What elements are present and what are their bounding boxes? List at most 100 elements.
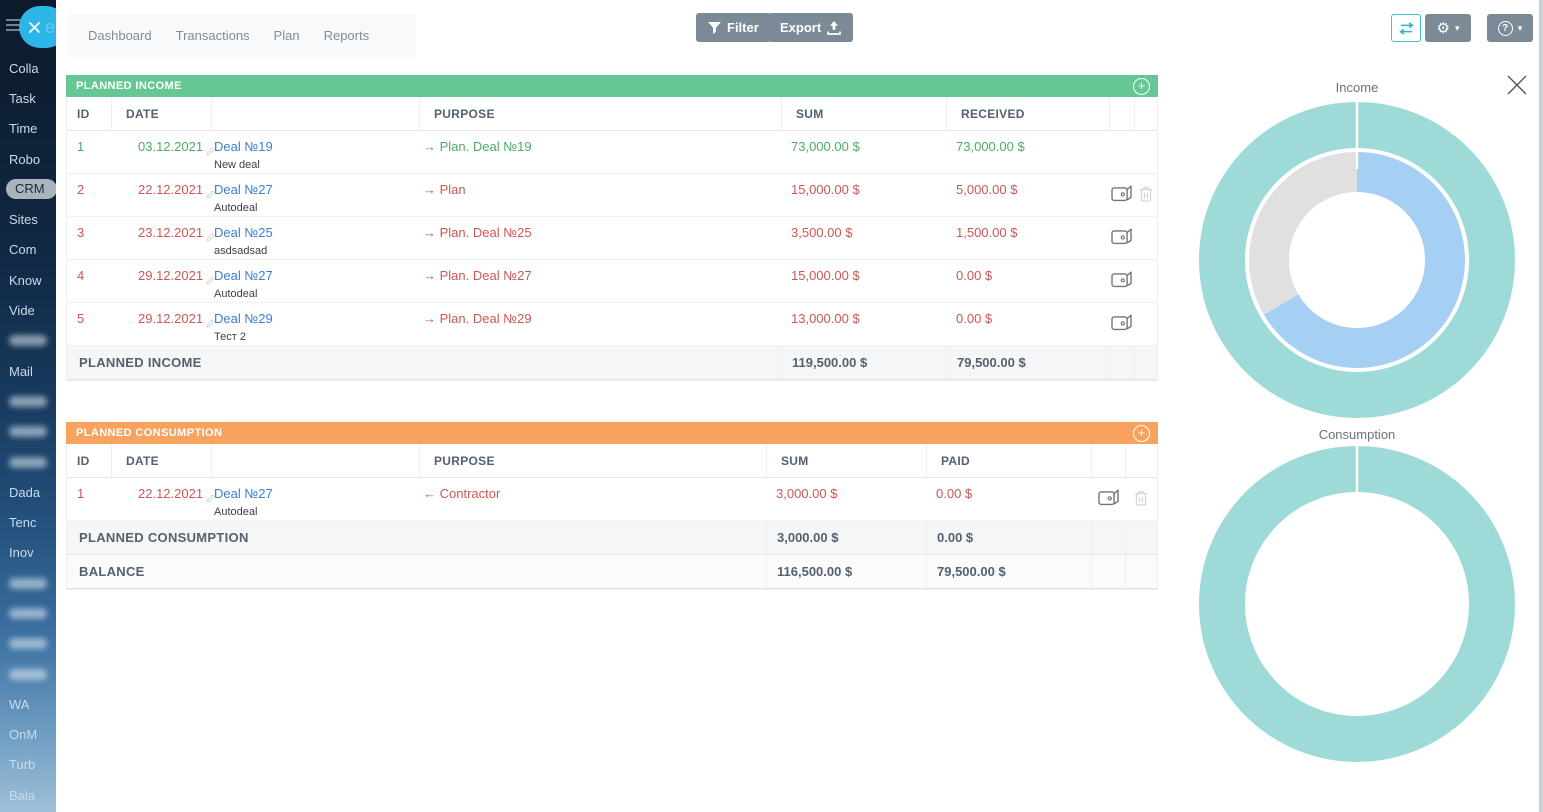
- delete-button[interactable]: [1137, 184, 1155, 207]
- col-deal: [211, 444, 419, 477]
- deal-link[interactable]: Deal №25: [214, 225, 273, 240]
- sidebar-item-hidden[interactable]: [0, 447, 56, 477]
- tab-reports[interactable]: Reports: [324, 28, 370, 43]
- tab-transactions[interactable]: Transactions: [176, 28, 250, 43]
- deal-link[interactable]: Deal №27: [214, 182, 273, 197]
- consumption-total-sum: 3,000.00 $: [766, 521, 926, 554]
- sidebar-item-com[interactable]: Com: [0, 235, 56, 265]
- edit-pencil-icon[interactable]: [206, 494, 215, 503]
- chevron-down-icon: ▾: [1518, 23, 1523, 34]
- main-panel: Dashboard Transactions Plan Reports Filt…: [56, 0, 1543, 812]
- sidebar-item-hidden[interactable]: [0, 659, 56, 689]
- sidebar-item-mail[interactable]: Mail: [0, 356, 56, 386]
- balance-row: BALANCE 116,500.00 $ 79,500.00 $: [67, 555, 1157, 589]
- edit-pencil-icon[interactable]: [206, 147, 215, 156]
- row-deal: Deal №27Autodeal: [211, 260, 419, 302]
- row-second-sum: 1,500.00 $: [946, 217, 1109, 259]
- sidebar-item-label: Vide: [9, 303, 35, 318]
- row-sum: 3,000.00 $: [766, 478, 926, 520]
- sidebar-item-task[interactable]: Task: [0, 83, 56, 113]
- row-id: 1: [67, 131, 111, 173]
- sidebar-item-robo[interactable]: Robo: [0, 144, 56, 174]
- row-id: 1: [67, 478, 111, 520]
- deal-link[interactable]: Deal №27: [214, 268, 273, 283]
- help-button[interactable]: ? ▾: [1487, 14, 1533, 42]
- tab-plan[interactable]: Plan: [274, 28, 300, 43]
- wallet-pay-button[interactable]: [1108, 182, 1135, 208]
- sidebar-item-hidden[interactable]: [0, 629, 56, 659]
- col-sum: SUM: [766, 444, 926, 477]
- sidebar-item-hidden[interactable]: [0, 417, 56, 447]
- add-income-button[interactable]: +: [1133, 78, 1150, 95]
- row-date: 03.12.2021: [111, 131, 211, 173]
- row-id: 2: [67, 174, 111, 216]
- sidebar-item-label: OnM: [9, 727, 37, 742]
- income-total-row: PLANNED INCOME 119,500.00 $ 79,500.00 $: [67, 346, 1157, 380]
- sidebar-item-label: Bala: [9, 788, 35, 803]
- blurred-label: [9, 335, 47, 346]
- edit-pencil-icon[interactable]: [206, 276, 215, 285]
- col-id: ID: [67, 444, 111, 477]
- sidebar-item-vide[interactable]: Vide: [0, 295, 56, 325]
- upload-icon: [827, 21, 841, 35]
- settings-button[interactable]: ⚙ ▾: [1425, 14, 1471, 42]
- wallet-pay-button[interactable]: [1095, 486, 1122, 512]
- wallet-pay-button[interactable]: [1108, 311, 1135, 337]
- row-sum: 15,000.00 $: [781, 260, 946, 302]
- consumption-column-headers: ID DATE PURPOSE SUM PAID: [67, 444, 1157, 478]
- sidebar-item-hidden[interactable]: [0, 598, 56, 628]
- sidebar-item-tenc[interactable]: Tenc: [0, 507, 56, 537]
- col-actions: [1091, 444, 1125, 477]
- table-row: 323.12.2021Deal №25asdsadsad→ Plan. Deal…: [67, 217, 1157, 260]
- sidebar-item-turb[interactable]: Turb: [0, 750, 56, 780]
- balance-sum: 116,500.00 $: [766, 555, 926, 588]
- sidebar-item-hidden[interactable]: [0, 386, 56, 416]
- row-second-sum: 0.00 $: [926, 478, 1091, 520]
- tab-dashboard[interactable]: Dashboard: [88, 28, 152, 43]
- view-tabs: Dashboard Transactions Plan Reports: [68, 14, 416, 57]
- edit-pencil-icon[interactable]: [206, 319, 215, 328]
- swap-accounts-button[interactable]: [1391, 14, 1421, 42]
- sidebar-item-dada[interactable]: Dada: [0, 477, 56, 507]
- col-actions: [1134, 97, 1157, 130]
- clipped-label-fragment: e: [45, 17, 55, 38]
- wallet-pay-button[interactable]: [1108, 225, 1135, 251]
- row-purpose: → Plan. Deal №29: [419, 303, 781, 345]
- deal-subtitle: Тест 2: [214, 329, 419, 345]
- planned-income-section: PLANNED INCOME + ID DATE PURPOSE SUM REC…: [66, 75, 1158, 381]
- row-id: 4: [67, 260, 111, 302]
- sidebar-item-crm[interactable]: CRM: [0, 174, 56, 204]
- col-actions: [1125, 444, 1157, 477]
- sidebar-item-time[interactable]: Time: [0, 114, 56, 144]
- sidebar-item-bala[interactable]: Bala: [0, 780, 56, 810]
- deal-link[interactable]: Deal №29: [214, 311, 273, 326]
- consumption-donut-chart: [1197, 444, 1517, 764]
- edit-pencil-icon[interactable]: [206, 233, 215, 242]
- sidebar-item-onm[interactable]: OnM: [0, 720, 56, 750]
- deal-subtitle: Autodeal: [214, 200, 419, 216]
- row-deal: Deal №25asdsadsad: [211, 217, 419, 259]
- edit-pencil-icon[interactable]: [206, 190, 215, 199]
- sidebar-item-know[interactable]: Know: [0, 265, 56, 295]
- sidebar-item-colla[interactable]: Colla: [0, 53, 56, 83]
- add-consumption-button[interactable]: +: [1133, 425, 1150, 442]
- col-deal: [211, 97, 419, 130]
- row-date: 22.12.2021: [111, 174, 211, 216]
- sidebar-item-wa[interactable]: WA: [0, 689, 56, 719]
- consumption-total-paid: 0.00 $: [926, 521, 1091, 554]
- sidebar-item-hidden[interactable]: [0, 568, 56, 598]
- wallet-pay-button[interactable]: [1108, 268, 1135, 294]
- deal-link[interactable]: Deal №27: [214, 486, 273, 501]
- planned-income-header-bar: PLANNED INCOME +: [66, 75, 1158, 97]
- sidebar-item-inov[interactable]: Inov: [0, 538, 56, 568]
- sidebar-item-hidden[interactable]: [0, 326, 56, 356]
- export-button[interactable]: Export: [768, 13, 853, 42]
- deal-link[interactable]: Deal №19: [214, 139, 273, 154]
- filter-button[interactable]: Filter: [696, 13, 771, 42]
- sidebar-item-sites[interactable]: Sites: [0, 204, 56, 234]
- sidebar-close-button[interactable]: e: [19, 6, 56, 48]
- col-date: DATE: [111, 97, 211, 130]
- close-charts-button[interactable]: [1504, 73, 1530, 99]
- row-purpose: → Plan. Deal №19: [419, 131, 781, 173]
- delete-button[interactable]: [1132, 488, 1150, 511]
